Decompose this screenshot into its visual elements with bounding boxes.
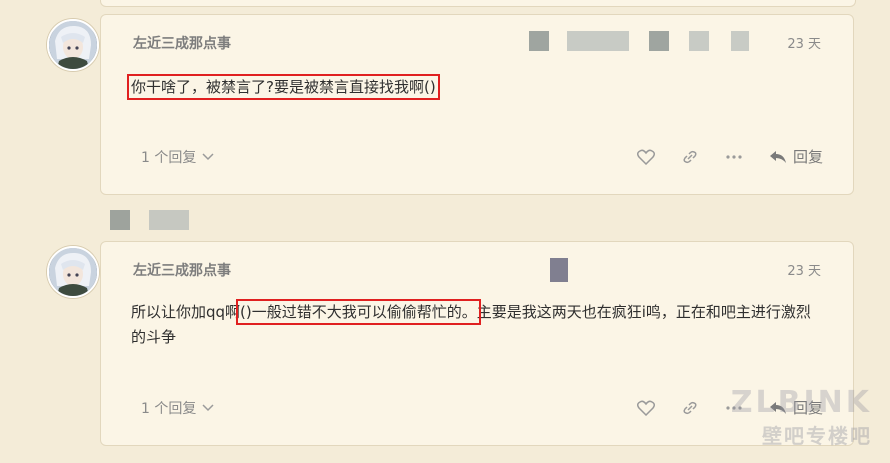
link-icon[interactable] [681, 399, 699, 417]
redacted-block [110, 210, 130, 230]
reply-label: 回复 [792, 148, 823, 166]
reply-count-toggle[interactable]: 1 个回复 [141, 147, 214, 167]
reply-count-label: 1 个回复 [141, 150, 197, 166]
redacted-block [529, 31, 549, 51]
previous-card-edge [100, 0, 856, 7]
action-bar: 回复 [636, 146, 823, 167]
redacted-block [149, 210, 189, 230]
highlighted-text: ()一般过错不大我可以偷偷帮忙的。 [236, 299, 481, 325]
watermark: ZLBINK 壁吧专楼吧 [731, 385, 872, 449]
heart-icon[interactable] [636, 149, 655, 165]
redacted-block [689, 31, 709, 51]
redacted-block [550, 258, 568, 282]
more-icon[interactable] [725, 154, 743, 160]
username[interactable]: 左近三成那点事 [133, 260, 231, 280]
avatar-image [49, 248, 97, 296]
reply-count-label: 1 个回复 [141, 401, 197, 417]
chevron-down-icon [202, 153, 214, 161]
comment-card: 左近三成那点事 23 天 你干啥了，被禁言了?要是被禁言直接找我啊() 1 个回… [100, 14, 854, 195]
redacted-block [567, 31, 629, 51]
comment-content: 所以让你加qq啊()一般过错不大我可以偷偷帮忙的。主要是我这两天也在疯狂i鸣，正… [131, 299, 825, 350]
watermark-line2: 壁吧专楼吧 [762, 424, 872, 448]
timestamp[interactable]: 23 天 [787, 33, 821, 52]
link-icon[interactable] [681, 148, 699, 166]
chevron-down-icon [202, 404, 214, 412]
highlighted-text: 你干啥了，被禁言了?要是被禁言直接找我啊() [127, 74, 440, 100]
reply-count-toggle[interactable]: 1 个回复 [141, 398, 214, 418]
redacted-block [731, 31, 749, 51]
text-segment: 所以让你加qq啊 [131, 303, 241, 321]
timestamp[interactable]: 23 天 [787, 260, 821, 279]
reply-button[interactable]: 回复 [769, 146, 823, 167]
avatar-image [49, 21, 97, 69]
heart-icon[interactable] [636, 400, 655, 416]
avatar[interactable] [47, 19, 99, 71]
avatar[interactable] [47, 246, 99, 298]
reply-icon [769, 150, 786, 163]
watermark-line1: ZLBINK [730, 385, 872, 420]
redacted-block [649, 31, 669, 51]
username[interactable]: 左近三成那点事 [133, 33, 231, 53]
comment-content: 你干啥了，被禁言了?要是被禁言直接找我啊() [127, 74, 825, 100]
